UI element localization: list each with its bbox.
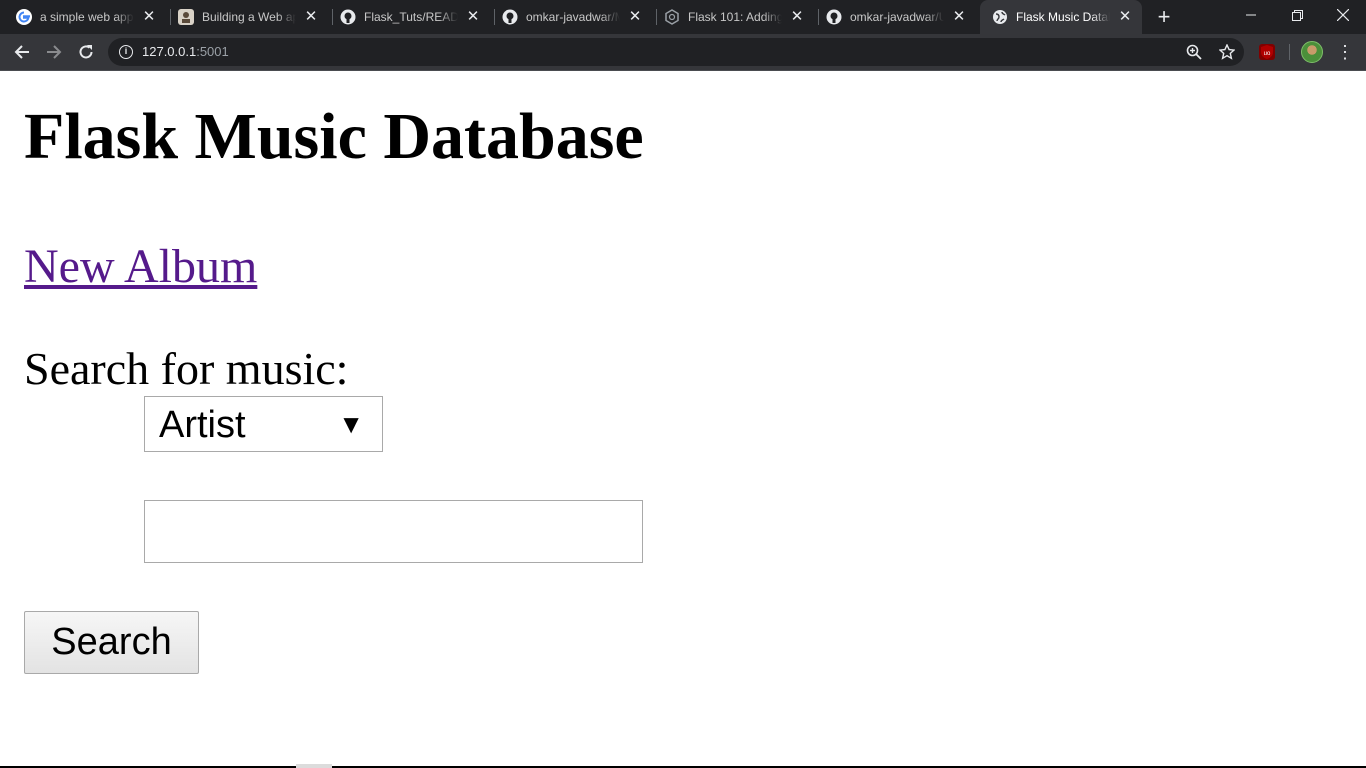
tab-title: omkar-javadwar/M [526, 10, 620, 24]
tab-title: omkar-javadwar/U [850, 10, 944, 24]
globe-icon [992, 9, 1008, 25]
tab-6[interactable]: omkar-javadwar/U ✕ [814, 0, 976, 34]
horizontal-scroll-thumb[interactable] [296, 764, 332, 768]
tab-title: Flask Music Datab [1016, 10, 1110, 24]
forward-arrow-icon [47, 45, 62, 59]
tab-strip: a simple web app ✕ Building a Web ap ✕ F… [0, 0, 1366, 34]
forward-button[interactable] [42, 40, 66, 64]
github-icon [340, 9, 356, 25]
tab-5[interactable]: Flask 101: Adding, ✕ [652, 0, 814, 34]
page-content: Flask Music Database New Album Search fo… [0, 71, 1366, 768]
toolbar-divider [1289, 44, 1290, 60]
tab-title: a simple web app [40, 10, 134, 24]
url-text: 127.0.0.1:5001 [142, 45, 229, 59]
url-host: 127.0.0.1 [142, 44, 197, 59]
close-icon [1337, 9, 1349, 21]
close-icon[interactable]: ✕ [1116, 8, 1134, 26]
google-icon [16, 9, 32, 25]
close-icon[interactable]: ✕ [464, 8, 482, 26]
page-title: Flask Music Database [24, 100, 644, 173]
restore-icon [1291, 9, 1303, 21]
url-port: :5001 [196, 44, 229, 59]
svg-text:uo: uo [1264, 51, 1271, 57]
github-icon [826, 9, 842, 25]
tab-7-active[interactable]: Flask Music Datab ✕ [980, 0, 1142, 34]
close-icon[interactable]: ✕ [140, 8, 158, 26]
close-icon[interactable]: ✕ [950, 8, 968, 26]
close-icon[interactable]: ✕ [302, 8, 320, 26]
back-arrow-icon [14, 45, 29, 59]
tab-title: Flask 101: Adding, [688, 10, 782, 24]
minimize-icon [1246, 14, 1256, 16]
zoom-icon[interactable] [1185, 43, 1203, 61]
new-tab-button[interactable]: + [1152, 5, 1176, 29]
github-icon [502, 9, 518, 25]
tab-4[interactable]: omkar-javadwar/M ✕ [490, 0, 652, 34]
tab-title: Building a Web ap [202, 10, 296, 24]
close-icon[interactable]: ✕ [626, 8, 644, 26]
minimize-button[interactable] [1228, 0, 1274, 30]
site-logo-icon [664, 9, 680, 25]
search-type-select[interactable]: Artist ▼ [144, 396, 383, 452]
back-button[interactable] [10, 40, 34, 64]
dropdown-arrow-icon: ▼ [338, 409, 364, 439]
bookmark-star-icon[interactable] [1218, 43, 1236, 61]
tab-3[interactable]: Flask_Tuts/READM ✕ [328, 0, 490, 34]
search-label: Search for music: [24, 343, 349, 394]
search-input[interactable] [144, 500, 643, 563]
reload-button[interactable] [74, 40, 98, 64]
tab-2[interactable]: Building a Web ap ✕ [166, 0, 328, 34]
restore-button[interactable] [1274, 0, 1320, 30]
new-album-link[interactable]: New Album [24, 239, 257, 295]
ublock-extension-icon[interactable]: uo [1259, 44, 1275, 60]
avatar-icon [178, 9, 194, 25]
tab-1[interactable]: a simple web app ✕ [4, 0, 166, 34]
browser-menu-icon[interactable]: ⋮ [1336, 42, 1354, 62]
close-window-button[interactable] [1320, 0, 1366, 30]
profile-avatar[interactable] [1301, 41, 1323, 63]
tab-title: Flask_Tuts/READM [364, 10, 458, 24]
select-value: Artist [159, 404, 246, 446]
close-icon[interactable]: ✕ [788, 8, 806, 26]
reload-icon [79, 45, 93, 59]
search-button[interactable]: Search [24, 611, 199, 674]
site-info-icon[interactable]: i [119, 45, 133, 59]
address-bar[interactable]: i 127.0.0.1:5001 [108, 38, 1244, 66]
browser-toolbar: i 127.0.0.1:5001 uo ⋮ [0, 34, 1366, 70]
